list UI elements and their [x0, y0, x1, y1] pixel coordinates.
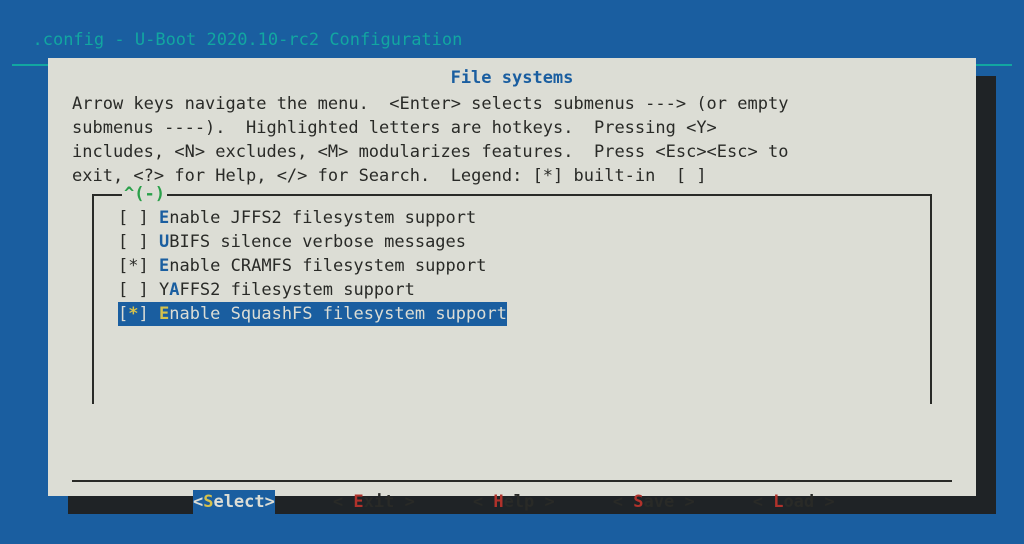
menu-item-jffs2[interactable]: [ ] Enable JFFS2 filesystem support [118, 206, 930, 230]
button-row: <Select> < Exit > < Help > < Save > < Load > [72, 466, 952, 538]
dialog-bottom-rule [72, 480, 952, 482]
menu-item-cramfs[interactable]: [*] Enable CRAMFS filesystem support [118, 254, 930, 278]
product: U-Boot 2020.10-rc2 Configuration [135, 30, 463, 50]
load-button[interactable]: < Load > [753, 490, 835, 514]
menu-list[interactable]: [ ] Enable JFFS2 filesystem support [ ] … [94, 196, 930, 326]
menu-item-ubifs-silence[interactable]: [ ] UBIFS silence verbose messages [118, 230, 930, 254]
scroll-up-indicator: ^(-) [122, 182, 167, 206]
exit-button[interactable]: < Exit > [333, 490, 415, 514]
dialog-help-text: Arrow keys navigate the menu. <Enter> se… [72, 92, 952, 188]
dialog-title: File systems [72, 66, 952, 90]
save-button[interactable]: < Save > [613, 490, 695, 514]
menuconfig-dialog: File systems Arrow keys navigate the men… [48, 58, 976, 496]
select-button[interactable]: <Select> [193, 490, 275, 514]
filename: .config [32, 30, 104, 50]
menu-item-yaffs2[interactable]: [ ] YAFFS2 filesystem support [118, 278, 930, 302]
window-title: .config - U-Boot 2020.10-rc2 Configurati… [0, 0, 1024, 52]
menu-frame: ^(-) [ ] Enable JFFS2 filesystem support… [92, 194, 932, 404]
menu-item-squashfs[interactable]: [*] Enable SquashFS filesystem support [118, 302, 507, 326]
help-button[interactable]: < Help > [473, 490, 555, 514]
